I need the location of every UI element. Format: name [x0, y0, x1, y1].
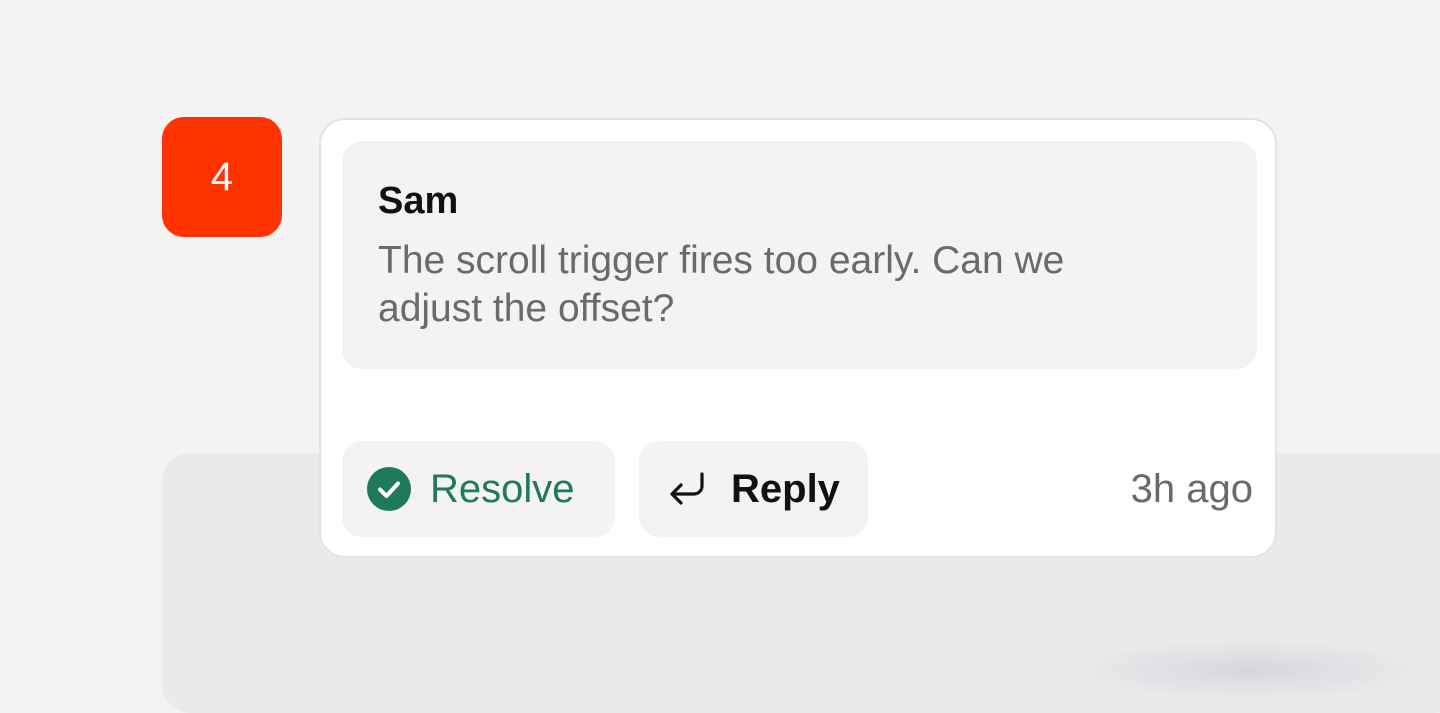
resolve-button[interactable]: Resolve: [342, 441, 615, 537]
comment-timestamp: 3h ago: [1130, 467, 1253, 511]
reply-button[interactable]: Reply: [639, 441, 868, 537]
comment-author: Sam: [378, 180, 459, 222]
comment-card: Sam The scroll trigger fires too early. …: [319, 118, 1277, 558]
comment-message: The scroll trigger fires too early. Can …: [378, 239, 1065, 330]
check-circle-icon: [367, 467, 411, 511]
comment-bubble: Sam The scroll trigger fires too early. …: [342, 141, 1257, 369]
reply-arrow-icon: [667, 469, 707, 509]
reply-label: Reply: [731, 466, 840, 511]
comment-number-badge[interactable]: 4: [162, 117, 282, 237]
comment-number: 4: [210, 154, 234, 199]
resolve-label: Resolve: [430, 466, 575, 511]
background-glow: [1070, 640, 1430, 700]
